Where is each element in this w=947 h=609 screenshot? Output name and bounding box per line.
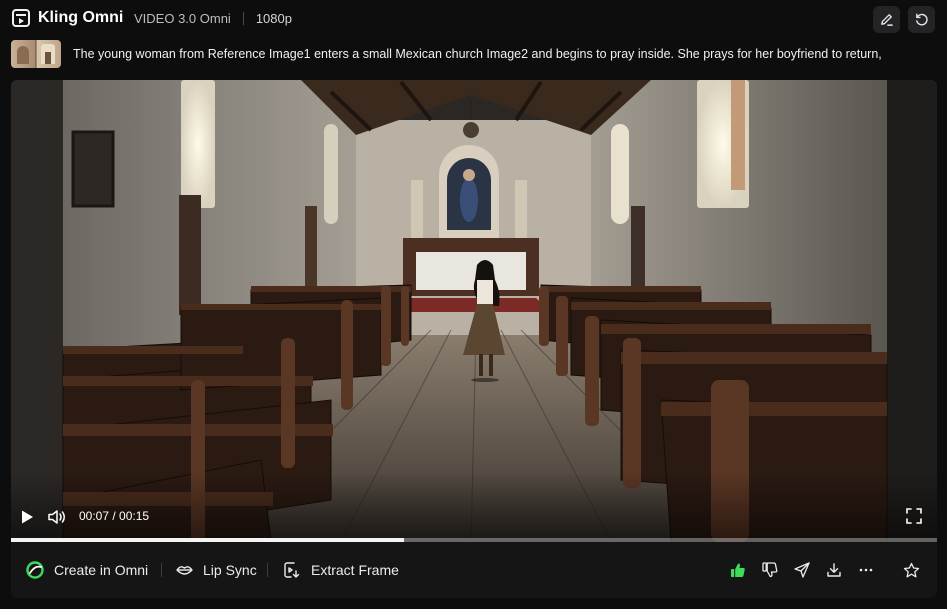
brand: Kling Omni [12,9,123,27]
thumbs-up-icon [731,563,745,577]
undo-icon [916,13,928,26]
like-button[interactable] [728,560,748,580]
header: Kling Omni VIDEO 3.0 Omni 1080p [0,0,947,38]
divider [267,563,268,577]
download-icon [827,563,841,577]
time-separator: / [109,509,120,523]
divider [242,12,244,25]
prompt-text: The young woman from Reference Image1 en… [73,47,882,61]
create-in-omni-button[interactable]: Create in Omni [26,560,148,580]
fullscreen-icon [906,508,922,524]
create-in-omni-label: Create in Omni [54,562,149,578]
model-label: VIDEO 3.0 Omni [134,11,231,26]
divider [161,563,162,577]
lip-sync-button[interactable]: Lip Sync [176,560,257,580]
dislike-button[interactable] [760,560,780,580]
thumbs-down-icon [762,562,778,578]
edit-button[interactable] [873,6,900,33]
play-icon [22,510,33,524]
volume-icon [48,510,65,524]
current-time: 00:07 [79,509,110,523]
regenerate-button[interactable] [908,6,935,33]
play-button[interactable] [17,507,37,527]
volume-button[interactable] [46,507,68,527]
extract-frame-label: Extract Frame [311,562,399,578]
star-icon [903,562,919,577]
controls-gradient [11,472,937,542]
video-player[interactable]: 00:07 / 00:15 [11,80,937,542]
extract-frame-button[interactable]: Extract Frame [283,560,399,580]
lips-icon [176,566,193,575]
time-display: 00:07 / 00:15 [79,509,149,523]
generation-meta: VIDEO 3.0 Omni 1080p [134,11,292,26]
more-horizontal-icon [859,568,873,572]
favorite-button[interactable] [901,560,921,580]
download-button[interactable] [824,560,844,580]
more-options-button[interactable] [856,560,876,580]
lip-sync-label: Lip Sync [203,562,257,578]
reference-image-thumbnail[interactable] [11,40,61,68]
send-icon [794,562,810,578]
prompt-row: The young woman from Reference Image1 en… [11,40,882,68]
share-button[interactable] [792,560,812,580]
frame-extract-icon [284,562,300,578]
pencil-icon [881,14,893,26]
resolution-label: 1080p [255,11,292,26]
app-name: Kling Omni [38,9,124,26]
video-clapper-icon [12,9,30,27]
duration: 00:15 [119,509,150,523]
fullscreen-button[interactable] [904,506,924,526]
omni-logo-icon [26,561,44,579]
action-toolbar: Create in Omni Lip Sync Extract Frame [11,542,937,598]
